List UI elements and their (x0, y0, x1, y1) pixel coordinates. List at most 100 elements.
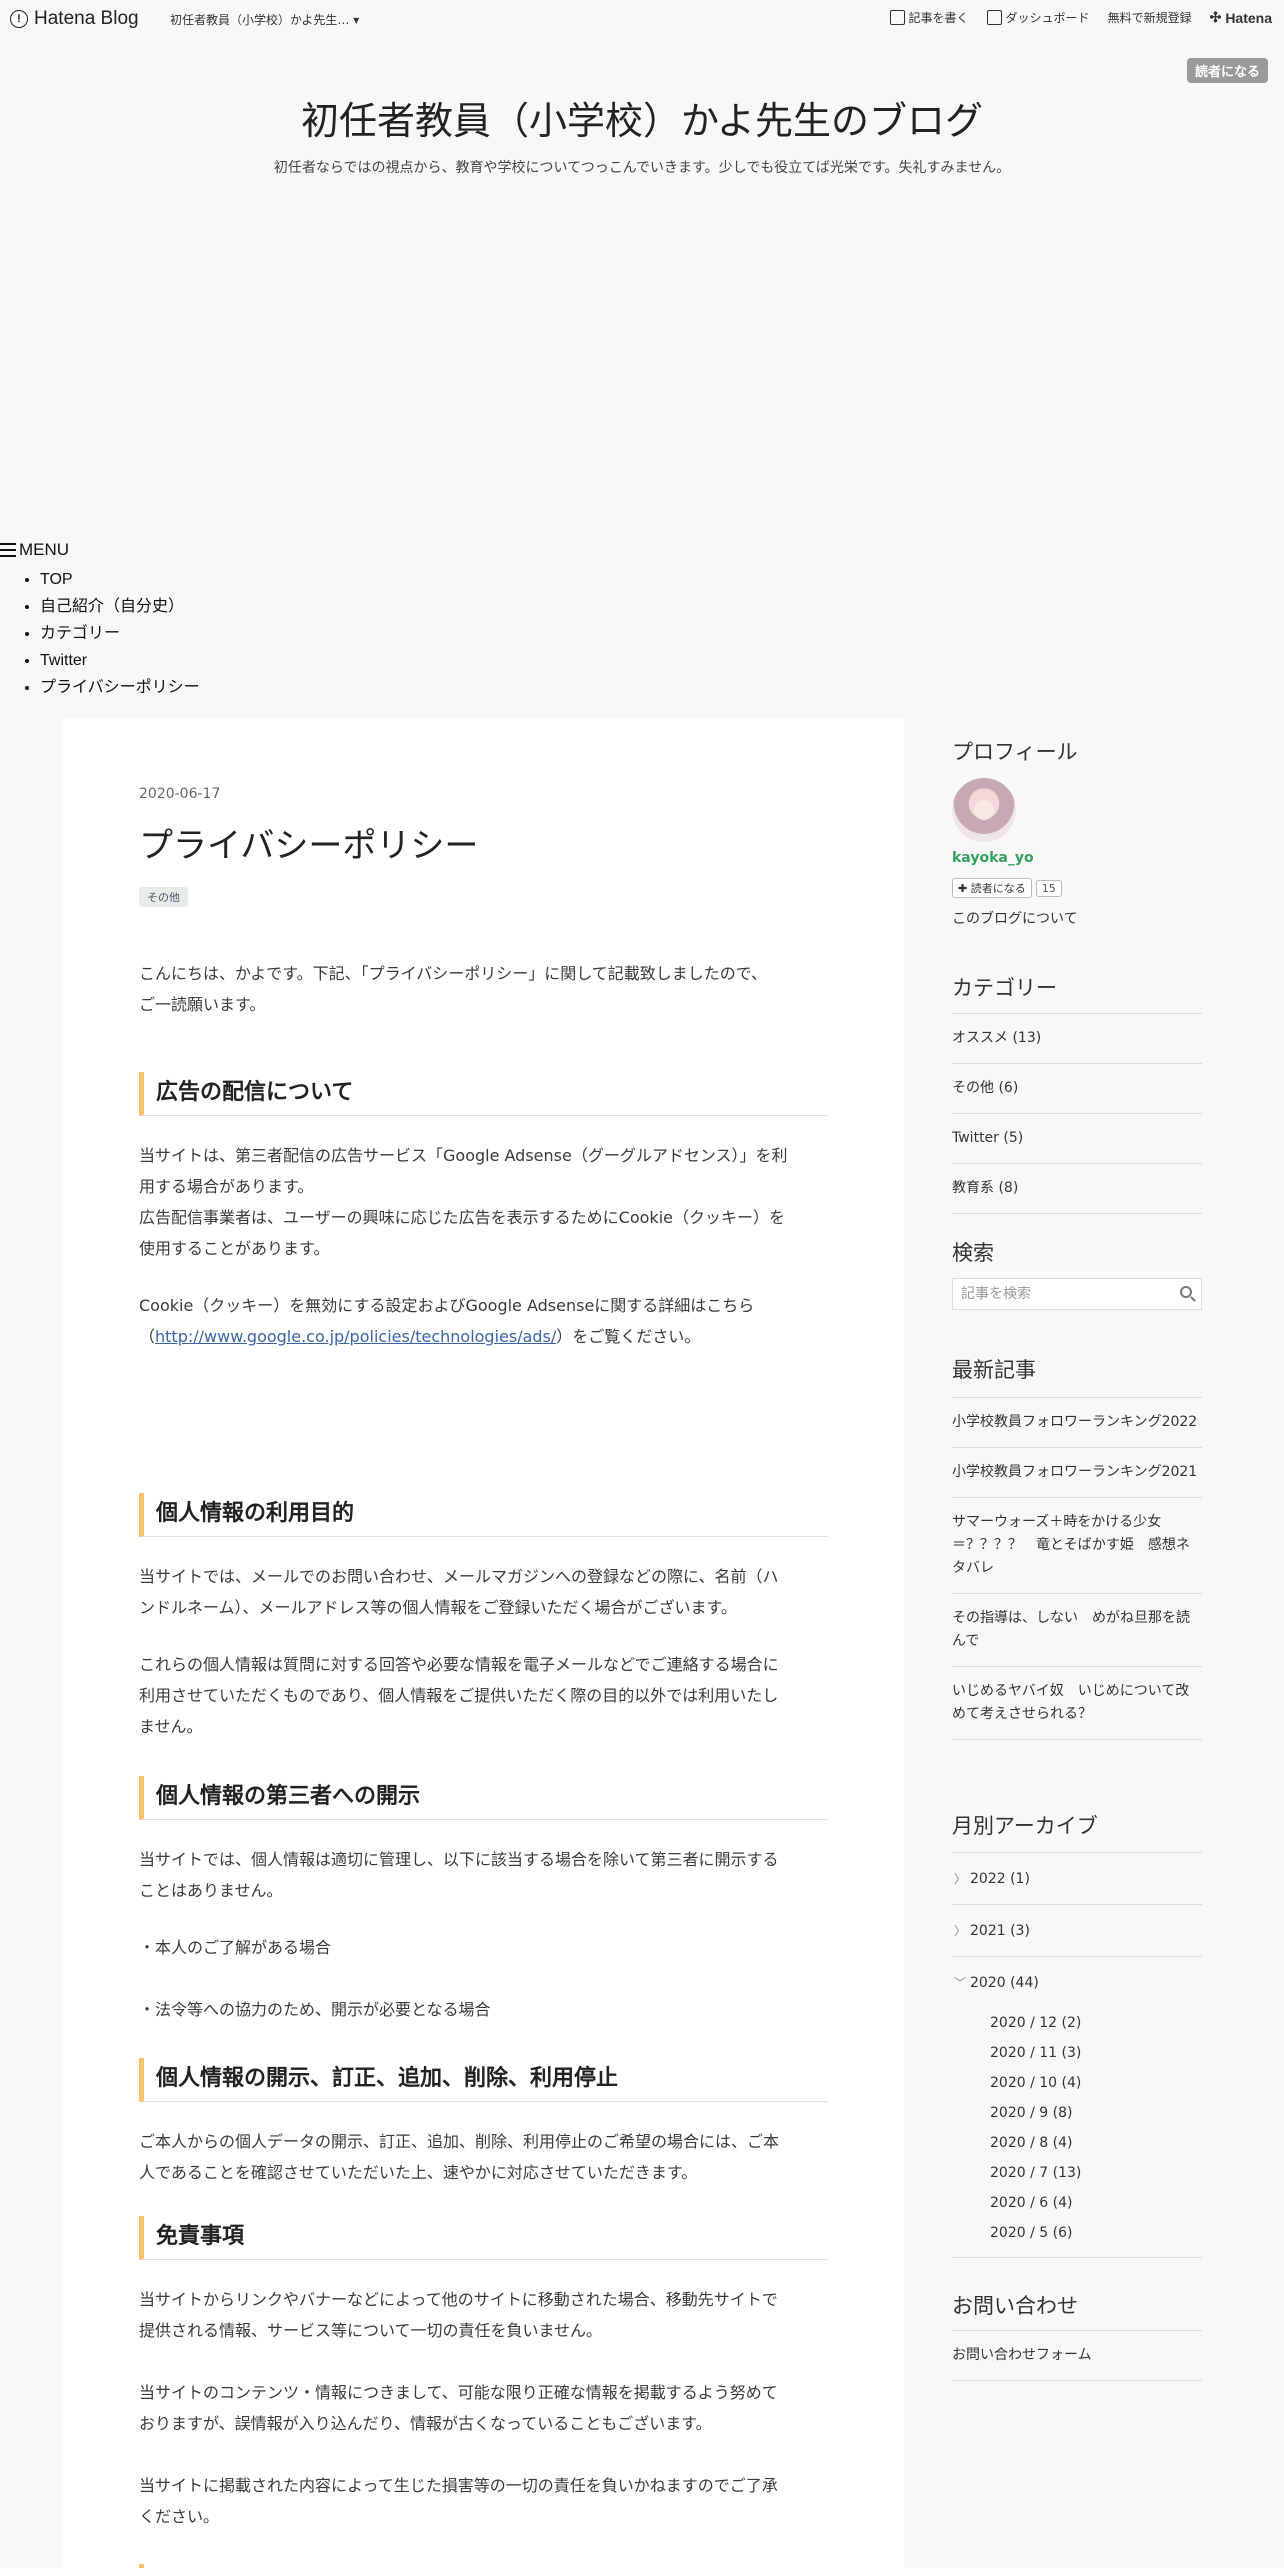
disc-line-6: ください。 (139, 2507, 220, 2526)
profile-subscribe-label: 読者になる (970, 882, 1026, 895)
recent-item[interactable]: いじめるヤバイ奴 いじめについて改めて考えさせられる？ (952, 1666, 1202, 1740)
about-blog-link[interactable]: このブログについて (952, 908, 1078, 928)
archive-year-2020[interactable]: ﹀ 2020 (44) (952, 1956, 1202, 2008)
search-title: 検索 (952, 1241, 994, 1265)
profile-name[interactable]: kayoka_yo (952, 850, 1034, 866)
profile-title: プロフィール (952, 740, 1078, 764)
disc-line-4: おりますが、誤情報が入り込んだり、情報が古くなっていることもございます。 (139, 2414, 712, 2433)
menu-toggle[interactable]: MENU (0, 540, 200, 560)
contact-form-link[interactable]: お問い合わせフォーム (952, 2330, 1202, 2381)
dashboard-button[interactable]: ダッシュボード (986, 9, 1090, 26)
hatena-brand-link[interactable]: ✣ Hatena (1210, 9, 1272, 26)
recent-list: 小学校教員フォロワーランキング2022 小学校教員フォロワーランキング2021 … (952, 1397, 1202, 1740)
third-condition-consent: ・本人のご了解がある場合 (139, 1938, 332, 1957)
heading-ads: 広告の配信について (139, 1072, 828, 1116)
heading-third-party: 個人情報の第三者への開示 (139, 1776, 828, 1820)
chevron-down-icon: ﹀ (954, 1976, 967, 1990)
archive-year-2022[interactable]: 〉 2022 (1) (952, 1852, 1202, 1904)
contact-list: お問い合わせフォーム (952, 2330, 1202, 2381)
entry-article: 2020-06-17 プライバシーポリシー その他 こんにちは、かよです。下記、… (63, 718, 904, 2568)
blog-title[interactable]: 初任者教員（小学校）かよ先生のブログ (0, 90, 1284, 145)
entry-category-tag[interactable]: その他 (139, 887, 188, 907)
dashboard-label: ダッシュボード (1005, 11, 1090, 25)
google-ads-policy-link[interactable]: http://www.google.co.jp/policies/technol… (155, 1327, 556, 1346)
archive-year-label: 2021 (3) (970, 1923, 1030, 1939)
chevron-right-icon: 〉 (954, 1872, 967, 1886)
heading-purpose: 個人情報の利用目的 (139, 1493, 828, 1537)
disclosure-paragraph: ご本人からの個人データの開示、訂正、追加、削除、利用停止のご希望の場合には、ご本… (139, 2126, 828, 2188)
cookie-line-2: （http://www.google.co.jp/policies/techno… (139, 1321, 828, 1352)
menu-item-privacy[interactable]: プライバシーポリシー (40, 674, 200, 701)
signup-link[interactable]: 無料で新規登録 (1108, 9, 1192, 26)
recent-title: 最新記事 (952, 1358, 1036, 1382)
archive-month[interactable]: 2020 / 12 (2) (952, 2008, 1202, 2038)
blog-selector-label: 初任者教員（小学校）かよ先生… (170, 13, 350, 27)
hatena-logo-icon: ! (10, 10, 28, 28)
search-icon[interactable] (1180, 1286, 1192, 1298)
menu-item-category[interactable]: カテゴリー (40, 620, 200, 647)
archive-month[interactable]: 2020 / 10 (4) (952, 2068, 1202, 2098)
menu-list: TOP 自己紹介（自分史） カテゴリー Twitter プライバシーポリシー (0, 566, 200, 701)
purpose-paragraph-1: 当サイトでは、メールでのお問い合わせ、メールマガジンへの登録などの際に、名前（ハ… (139, 1561, 828, 1623)
recent-item[interactable]: 小学校教員フォロワーランキング2022 (952, 1397, 1202, 1447)
third-line-2: ことはありません。 (139, 1881, 283, 1900)
next-heading-marker (139, 2564, 828, 2568)
category-item[interactable]: 教育系 (8) (952, 1163, 1202, 1214)
subscriber-count[interactable]: 15 (1035, 879, 1062, 897)
archive-year-2021[interactable]: 〉 2021 (3) (952, 1904, 1202, 1956)
third-line-1: 当サイトでは、個人情報は適切に管理し、以下に該当する場合を除いて第三者に開示する (139, 1850, 779, 1869)
cookie-paragraph: Cookie（クッキー）を無効にする設定およびGoogle Adsenseに関す… (139, 1290, 828, 1352)
hatena-blog-logo[interactable]: ! Hatena Blog (10, 8, 139, 30)
ads-line-1: 当サイトは、第三者配信の広告サービス「Google Adsense（グーグルアド… (139, 1146, 788, 1165)
profile-avatar[interactable] (952, 778, 1016, 842)
heading-disclosure: 個人情報の開示、訂正、追加、削除、利用停止 (139, 2058, 828, 2102)
write-article-button[interactable]: 記事を書く (889, 9, 969, 26)
archive-month[interactable]: 2020 / 6 (4) (952, 2188, 1202, 2218)
global-header: ! Hatena Blog 初任者教員（小学校）かよ先生… ▾ 記事を書く ダッ… (0, 0, 1284, 38)
category-item[interactable]: その他 (6) (952, 1063, 1202, 1113)
hamburger-icon (0, 543, 16, 557)
archive-year-label: 2020 (44) (970, 1975, 1039, 1991)
archive-month[interactable]: 2020 / 5 (6) (952, 2218, 1202, 2248)
signup-label: 無料で新規登録 (1107, 11, 1192, 25)
archive-month[interactable]: 2020 / 8 (4) (952, 2128, 1202, 2158)
menu-item-about[interactable]: 自己紹介（自分史） (40, 593, 200, 620)
recent-item[interactable]: 小学校教員フォロワーランキング2021 (952, 1447, 1202, 1497)
write-article-label: 記事を書く (908, 11, 969, 25)
caret-down-icon: ▾ (353, 13, 360, 27)
purpose-line-2: ンドルネーム）、メールアドレス等の個人情報をご登録いただく場合がございます。 (139, 1598, 737, 1617)
hatena-brand-label: Hatena (1225, 9, 1272, 26)
intro-paragraph: こんにちは、かよです。下記、「プライバシーポリシー」に関して記載致しましたので、… (139, 958, 828, 1020)
ads-line-3: 広告配信事業者は、ユーザーの興味に応じた広告を表示するためにCookie（クッキ… (139, 1208, 785, 1227)
third-condition-law: ・法令等への協力のため、開示が必要となる場合 (139, 2000, 491, 2019)
cookie-paren-open: （ (139, 1327, 156, 1346)
disclose-line-1: ご本人からの個人データの開示、訂正、追加、削除、利用停止のご希望の場合には、ご本 (139, 2132, 780, 2151)
entry-title[interactable]: プライバシーポリシー (139, 818, 478, 867)
archive-month[interactable]: 2020 / 7 (13) (952, 2158, 1202, 2188)
menu-item-twitter[interactable]: Twitter (40, 647, 200, 674)
search-input[interactable]: 記事を検索 (952, 1278, 1202, 1310)
cookie-tail: ）をご覧ください。 (556, 1327, 701, 1346)
category-item[interactable]: オススメ (13) (952, 1013, 1202, 1063)
disclaimer-paragraph-1: 当サイトからリンクやバナーなどによって他のサイトに移動された場合、移動先サイトで… (139, 2284, 828, 2346)
entry-date[interactable]: 2020-06-17 (139, 786, 220, 802)
disc-line-3: 当サイトのコンテンツ・情報につきまして、可能な限り正確な情報を掲載するよう努めて (139, 2383, 778, 2402)
purpose-line-5: ません。 (139, 1717, 203, 1736)
subscribe-button[interactable]: 読者になる (1186, 58, 1268, 83)
category-item[interactable]: Twitter (5) (952, 1113, 1202, 1163)
plus-icon: ✚ (958, 882, 971, 895)
disc-line-5: 当サイトに掲載された内容によって生じた損害等の一切の責任を負いかねますのでご了承 (139, 2476, 778, 2495)
archive-divider (952, 2248, 1202, 2258)
disclose-line-2: 人であることを確認させていただいた上、速やかに対応させていただきます。 (139, 2163, 698, 2182)
archive-month[interactable]: 2020 / 9 (8) (952, 2098, 1202, 2128)
blog-selector[interactable]: 初任者教員（小学校）かよ先生… ▾ (170, 11, 359, 28)
menu-label: MENU (19, 540, 70, 559)
archive-month[interactable]: 2020 / 11 (3) (952, 2038, 1202, 2068)
intro-line-1: こんにちは、かよです。下記、「プライバシーポリシー」に関して記載致しましたので、 (139, 964, 768, 983)
profile-subscribe-button[interactable]: ✚ 読者になる (952, 878, 1032, 898)
blog-description: 初任者ならではの視点から、教育や学校についてつっこんでいきます。少しでも役立てば… (273, 160, 1011, 176)
purpose-line-4: 利用させていただくものであり、個人情報をご提供いただく際の目的以外では利用いたし (139, 1686, 779, 1705)
recent-item[interactable]: サマーウォーズ＋時をかける少女＝？？？？ 竜とそばかす姫 感想ネタバレ (952, 1497, 1202, 1593)
recent-item[interactable]: その指導は、しない めがね旦那を読んで (952, 1593, 1202, 1666)
menu-item-top[interactable]: TOP (40, 566, 200, 593)
